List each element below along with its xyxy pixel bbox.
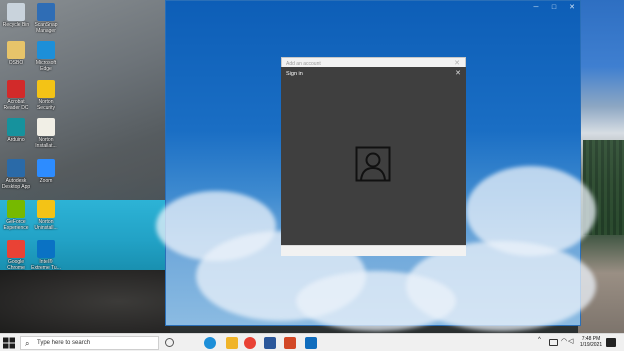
cloud (296, 271, 456, 331)
taskbar-search-box[interactable]: ⌕ Type here to search (20, 336, 159, 350)
mail-icon[interactable] (305, 337, 317, 349)
desktop-icon-label: Norton Uninstall... (34, 219, 58, 231)
edge-icon[interactable] (204, 337, 216, 349)
tray-chevron-icon[interactable]: ^ (538, 337, 541, 343)
chrome-icon[interactable] (244, 337, 256, 349)
sign-in-close-icon[interactable]: ✕ (455, 69, 461, 77)
app-icon (37, 159, 55, 177)
desktop-icon[interactable]: Recycle Bin (1, 3, 31, 28)
wallpaper-rocks (0, 270, 170, 333)
desktop-icon-label: Intel® Extreme Tu... (31, 259, 61, 271)
app-icon (37, 41, 55, 59)
powerpoint-icon[interactable] (284, 337, 296, 349)
desktop-icon[interactable]: ScanSnap Manager (31, 3, 61, 34)
desktop-icon-label: Zoom (39, 178, 53, 184)
taskbar-clock[interactable]: 7:48 PM 1/19/2021 (576, 336, 606, 348)
add-account-close-icon[interactable]: ✕ (454, 59, 460, 67)
desktop-icon-label: OSBO (8, 60, 24, 66)
app-icon (7, 200, 25, 218)
app-icon (7, 41, 25, 59)
minimize-icon[interactable]: ─ (530, 3, 542, 12)
network-icon[interactable]: ◠ (561, 337, 567, 345)
dialog-footer (281, 245, 466, 256)
taskbar: ⌕ Type here to search ^ ◠ ◁ 7:48 PM 1/19… (0, 333, 624, 351)
desktop-icon-label: ScanSnap Manager (34, 22, 58, 34)
user-account-icon (355, 146, 391, 182)
desktop-icon[interactable]: Norton Uninstall... (31, 200, 61, 231)
app-icon (37, 80, 55, 98)
desktop-icon[interactable]: GeForce Experience (1, 200, 31, 231)
desktop-icon[interactable]: Autodesk Desktop App (1, 159, 31, 190)
notification-icon[interactable] (606, 338, 616, 347)
desktop-icon[interactable]: Norton Security (31, 80, 61, 111)
word-icon[interactable] (264, 337, 276, 349)
desktop-icon[interactable]: Intel® Extreme Tu... (31, 240, 61, 271)
desktop-icon-label: Google Chrome (7, 259, 25, 271)
desktop-icon-label: Acrobat Reader DC (3, 99, 29, 111)
app-icon (7, 240, 25, 258)
app-icon (37, 118, 55, 136)
search-icon: ⌕ (25, 339, 30, 348)
app-icon (7, 3, 25, 21)
file-explorer-icon[interactable] (226, 337, 238, 349)
app-icon (7, 159, 25, 177)
task-view-icon[interactable] (165, 338, 174, 347)
desktop-icon[interactable]: OSBO (1, 41, 31, 66)
close-icon[interactable]: ✕ (566, 3, 578, 12)
desktop-icon[interactable]: Acrobat Reader DC (1, 80, 31, 111)
search-placeholder: Type here to search (37, 340, 91, 346)
desktop-icon-label: Recycle Bin (2, 22, 30, 28)
app-icon (37, 3, 55, 21)
battery-icon[interactable] (549, 339, 558, 346)
desktop-icon[interactable]: Zoom (31, 159, 61, 184)
desktop-icon[interactable]: Norton Installat... (31, 118, 61, 149)
desktop-icon[interactable]: Arduino (1, 118, 31, 143)
desktop-icon[interactable]: Microsoft Edge (31, 41, 61, 72)
desktop-icon-label: Norton Installat... (35, 137, 57, 149)
app-icon (37, 200, 55, 218)
app-icon (7, 80, 25, 98)
desktop-icon[interactable]: Google Chrome (1, 240, 31, 271)
desktop-icon-label: Norton Security (36, 99, 56, 111)
desktop-icon-label: Arduino (7, 137, 25, 143)
desktop-icon-label: Microsoft Edge (35, 60, 57, 72)
app-icon (7, 118, 25, 136)
app-icon (37, 240, 55, 258)
windows-start-icon[interactable] (2, 337, 16, 349)
desktop-icon-label: Autodesk Desktop App (1, 178, 31, 190)
sign-in-title: Sign in (286, 71, 303, 77)
maximize-icon[interactable]: □ (548, 3, 560, 12)
desktop-icon-label: GeForce Experience (3, 219, 29, 231)
app-titlebar: ─ □ ✕ (166, 1, 580, 14)
clock-date: 1/19/2021 (579, 342, 603, 348)
volume-icon[interactable]: ◁ (568, 337, 573, 345)
